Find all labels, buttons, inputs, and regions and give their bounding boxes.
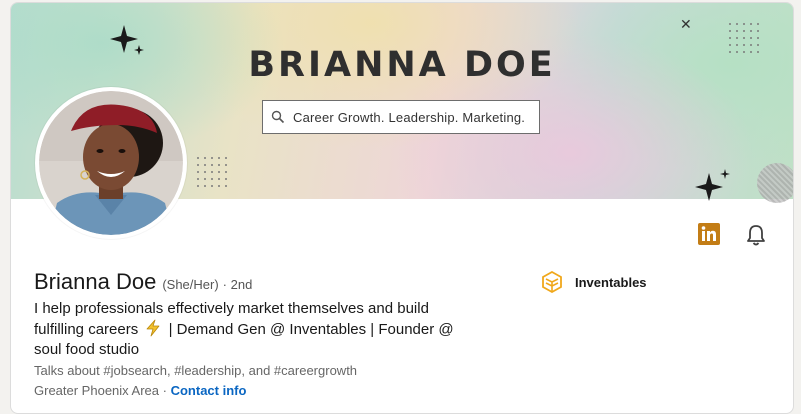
name-row: Brianna Doe (She/Her) · 2nd <box>34 269 252 295</box>
banner-search-graphic: Career Growth. Leadership. Marketing. <box>262 100 540 134</box>
talks-about: Talks about #jobsearch, #leadership, and… <box>34 363 358 378</box>
avatar <box>39 91 183 235</box>
dot-pattern <box>197 157 227 187</box>
inventables-logo-icon <box>542 271 562 293</box>
company-name: Inventables <box>575 274 647 290</box>
contact-info-link[interactable]: Contact info <box>171 383 247 398</box>
linkedin-icon[interactable] <box>698 223 720 245</box>
connection-degree: · 2nd <box>222 277 253 292</box>
banner-search-text: Career Growth. Leadership. Marketing. <box>293 109 526 125</box>
current-company[interactable]: Inventables <box>541 271 647 293</box>
x-mark-icon: ✕ <box>680 16 692 32</box>
pronouns: (She/Her) <box>162 277 219 292</box>
profile-name: Brianna Doe <box>34 269 157 294</box>
separator: · <box>159 383 171 398</box>
search-icon <box>271 110 285 124</box>
banner-title: BRIANNA DOE <box>248 45 556 85</box>
sparkle-icon <box>695 169 730 201</box>
profile-headline: I help professionals effectively market … <box>34 299 464 360</box>
location: Greater Phoenix Area <box>34 383 160 398</box>
location-row: Greater Phoenix Area · Contact info <box>34 383 246 398</box>
decorative-circle <box>757 163 793 203</box>
lightning-bolt-icon <box>146 319 160 337</box>
profile-card: ✕ BRIANNA DOE Career Growth. Leadership.… <box>10 2 794 414</box>
bell-icon[interactable] <box>745 223 767 247</box>
profile-photo[interactable] <box>35 87 187 239</box>
